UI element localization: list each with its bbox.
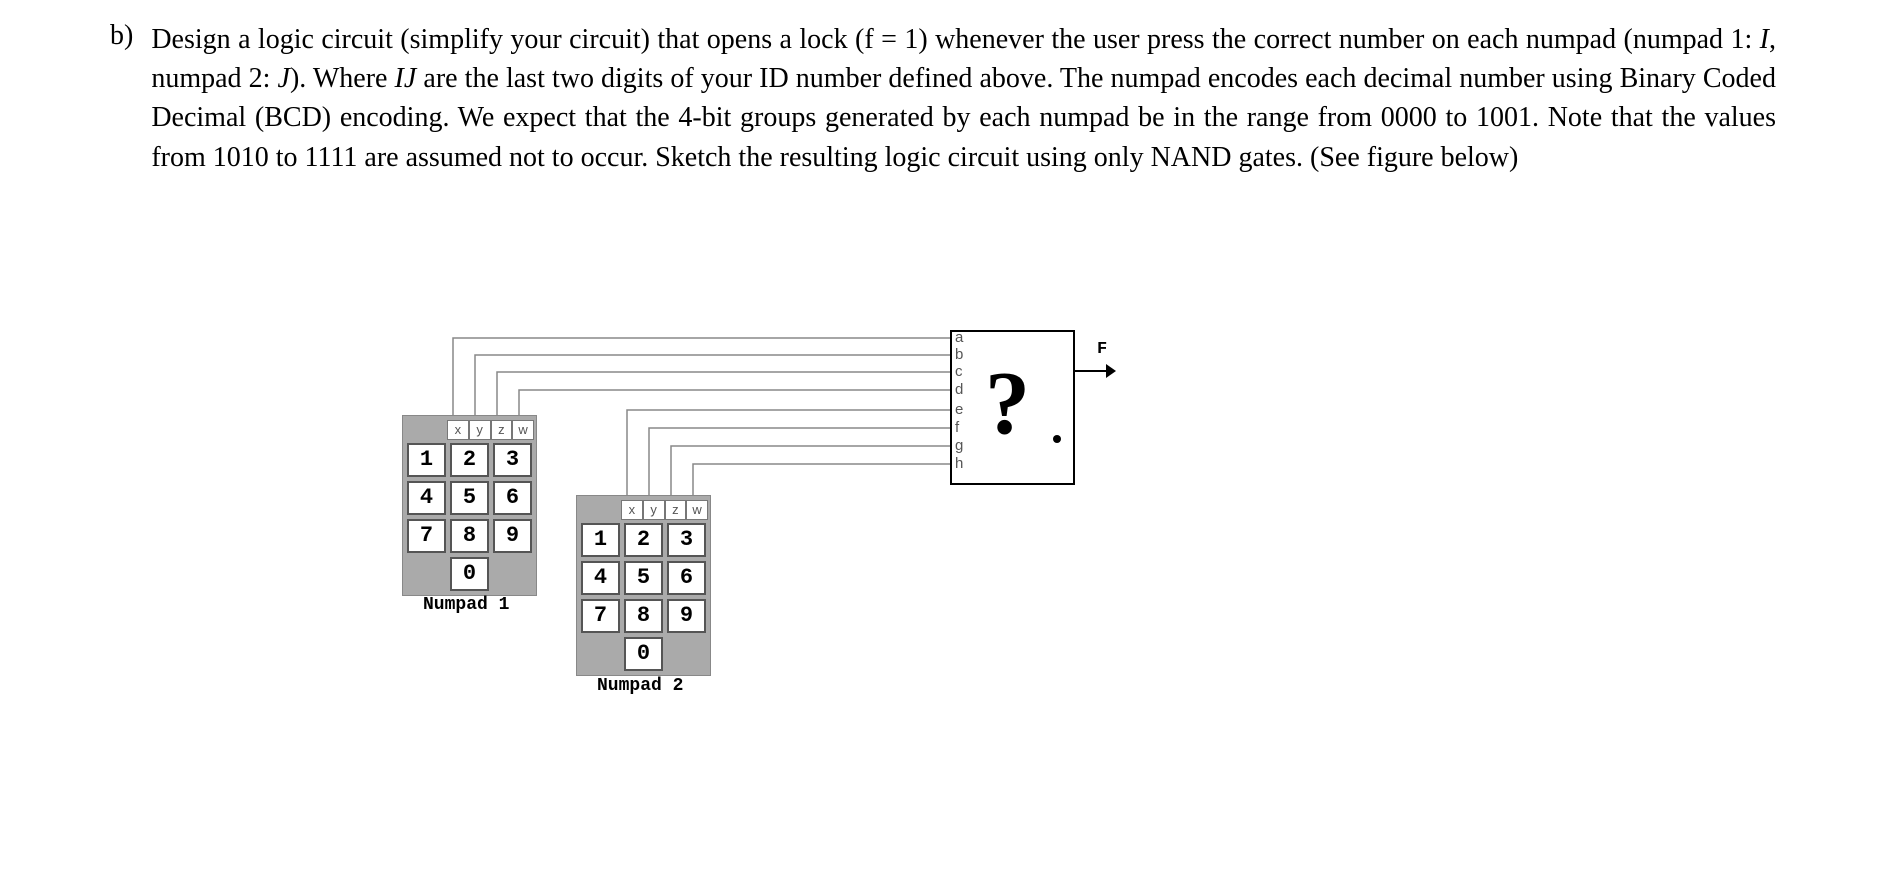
key: 0 — [450, 557, 489, 591]
output-wire — [1075, 370, 1110, 372]
key: 8 — [450, 519, 489, 553]
key: 2 — [450, 443, 489, 477]
question-label: b) — [110, 20, 133, 177]
numpad-1-label: Numpad 1 — [423, 595, 509, 615]
output-label: F — [1097, 340, 1107, 359]
pin-a: a — [955, 329, 963, 346]
bit-y: y — [469, 420, 491, 440]
numpad-2-keys: 1 2 3 4 5 6 7 8 9 0 — [581, 523, 706, 671]
bit-z: z — [491, 420, 513, 440]
numpad-1: x y z w 1 2 3 4 5 6 7 8 9 0 — [402, 415, 537, 596]
key: 6 — [667, 561, 706, 595]
key: 3 — [493, 443, 532, 477]
bit-x: x — [447, 420, 469, 440]
key: 4 — [581, 561, 620, 595]
pin-c: c — [955, 363, 963, 380]
numpad-2-label: Numpad 2 — [597, 676, 683, 696]
key: 8 — [624, 599, 663, 633]
numpad-2-bit-labels: x y z w — [621, 500, 708, 520]
pin-b: b — [955, 346, 963, 363]
key: 1 — [581, 523, 620, 557]
key: 9 — [493, 519, 532, 553]
key: 4 — [407, 481, 446, 515]
key: 3 — [667, 523, 706, 557]
pin-f: f — [955, 419, 959, 436]
key: 7 — [581, 599, 620, 633]
key: 2 — [624, 523, 663, 557]
bit-w: w — [512, 420, 534, 440]
key: 1 — [407, 443, 446, 477]
question-mark-dot — [1053, 435, 1061, 443]
bit-z: z — [665, 500, 687, 520]
key: 5 — [624, 561, 663, 595]
figure: x y z w 1 2 3 4 5 6 7 8 9 0 Numpad 1 x y… — [395, 320, 1115, 740]
bit-x: x — [621, 500, 643, 520]
numpad-2: x y z w 1 2 3 4 5 6 7 8 9 0 — [576, 495, 711, 676]
question-text: Design a logic circuit (simplify your ci… — [151, 20, 1776, 177]
pin-h: h — [955, 455, 963, 472]
pin-g: g — [955, 437, 963, 454]
key: 0 — [624, 637, 663, 671]
pin-d: d — [955, 381, 963, 398]
key: 9 — [667, 599, 706, 633]
output-arrow-icon — [1106, 364, 1116, 378]
key: 5 — [450, 481, 489, 515]
pin-e: e — [955, 401, 963, 418]
key: 6 — [493, 481, 532, 515]
key: 7 — [407, 519, 446, 553]
numpad-1-keys: 1 2 3 4 5 6 7 8 9 0 — [407, 443, 532, 591]
bit-w: w — [686, 500, 708, 520]
question-mark-icon: ? — [985, 352, 1030, 455]
question-block: b) Design a logic circuit (simplify your… — [110, 20, 1776, 177]
numpad-1-bit-labels: x y z w — [447, 420, 534, 440]
bit-y: y — [643, 500, 665, 520]
